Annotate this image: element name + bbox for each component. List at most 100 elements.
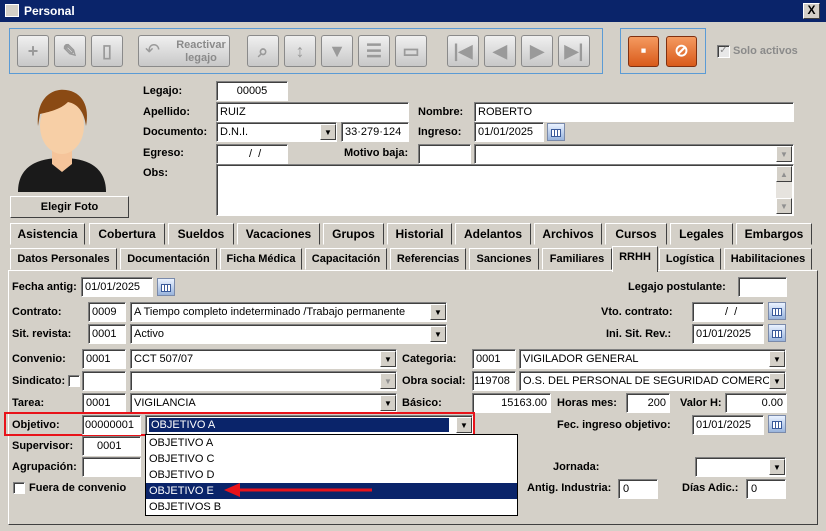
edit-button[interactable]: ✎ bbox=[54, 35, 86, 67]
fecha-antig-calendar-icon[interactable] bbox=[157, 278, 175, 296]
vto-contrato-field[interactable]: / / bbox=[692, 302, 764, 322]
convenio-select[interactable]: CCT 507/07 bbox=[130, 349, 397, 369]
tab-grupos[interactable]: Grupos bbox=[323, 223, 384, 245]
print-button[interactable]: ▭ bbox=[395, 35, 427, 67]
scroll-down-icon[interactable]: ▼ bbox=[776, 198, 792, 214]
objetivo-dropdown-icon[interactable]: ▼ bbox=[456, 417, 472, 433]
convenio-dropdown-icon[interactable]: ▼ bbox=[380, 351, 396, 367]
tab-embargos[interactable]: Embargos bbox=[736, 223, 812, 245]
doc-num-field[interactable]: 33·279·124 bbox=[341, 122, 409, 142]
sit-revista-select[interactable]: Activo bbox=[130, 324, 447, 344]
delete-button[interactable]: ▯ bbox=[91, 35, 123, 67]
obs-field[interactable] bbox=[216, 164, 794, 216]
filter-button[interactable]: ▼ bbox=[321, 35, 353, 67]
tab-logistica[interactable]: Logística bbox=[659, 248, 721, 270]
report-button[interactable]: ☰ bbox=[358, 35, 390, 67]
sindicato-code[interactable] bbox=[82, 371, 126, 391]
tab-capacitacion[interactable]: Capacitación bbox=[305, 248, 387, 270]
search-button[interactable]: ⌕ bbox=[247, 35, 279, 67]
elegir-foto-button[interactable]: Elegir Foto bbox=[10, 196, 129, 218]
categoria-dropdown-icon[interactable]: ▼ bbox=[769, 351, 785, 367]
obs-scrollbar[interactable]: ▲ ▼ bbox=[776, 166, 792, 214]
ingreso-field[interactable]: 01/01/2025 bbox=[474, 122, 544, 142]
tab-habilitaciones[interactable]: Habilitaciones bbox=[724, 248, 812, 270]
first-record-button[interactable]: |◀ bbox=[447, 35, 479, 67]
last-record-button[interactable]: ▶| bbox=[558, 35, 590, 67]
next-record-button[interactable]: ▶ bbox=[521, 35, 553, 67]
fec-obj-calendar-icon[interactable] bbox=[768, 415, 786, 433]
tab-vacaciones[interactable]: Vacaciones bbox=[237, 223, 320, 245]
tab-familiares[interactable]: Familiares bbox=[542, 248, 612, 270]
tarea-select[interactable]: VIGILANCIA bbox=[130, 393, 397, 413]
tab-referencias[interactable]: Referencias bbox=[390, 248, 466, 270]
solo-activos-checkbox[interactable]: ✓ bbox=[717, 45, 730, 58]
fecha-antig-field[interactable]: 01/01/2025 bbox=[81, 277, 153, 297]
categoria-select[interactable]: VIGILADOR GENERAL bbox=[519, 349, 786, 369]
list-item[interactable]: OBJETIVO A bbox=[146, 435, 517, 451]
tab-sueldos[interactable]: Sueldos bbox=[168, 223, 234, 245]
antig-industria-field[interactable]: 0 bbox=[618, 479, 658, 499]
obra-social-code[interactable]: 119708 bbox=[472, 371, 516, 391]
tab-adelantos[interactable]: Adelantos bbox=[455, 223, 531, 245]
agrupacion-code[interactable] bbox=[82, 457, 141, 477]
horas-mes-field[interactable]: 200 bbox=[626, 393, 670, 413]
apellido-field[interactable]: RUIZ bbox=[216, 102, 409, 122]
list-item[interactable]: OBJETIVO C bbox=[146, 451, 517, 467]
save-button[interactable]: ▪ bbox=[628, 36, 659, 67]
contrato-dropdown-icon[interactable]: ▼ bbox=[430, 304, 446, 320]
add-button[interactable]: + bbox=[17, 35, 49, 67]
nombre-field[interactable]: ROBERTO bbox=[474, 102, 794, 122]
ingreso-calendar-icon[interactable] bbox=[547, 123, 565, 141]
basico-field[interactable]: 15163.00 bbox=[472, 393, 551, 413]
list-item[interactable]: OBJETIVOS B bbox=[146, 499, 517, 515]
ini-calendar-icon[interactable] bbox=[768, 324, 786, 342]
vto-calendar-icon[interactable] bbox=[768, 302, 786, 320]
fec-ingreso-objetivo-field[interactable]: 01/01/2025 bbox=[692, 415, 764, 435]
legajo-postulante-field[interactable] bbox=[738, 277, 787, 297]
sit-revista-code[interactable]: 0001 bbox=[88, 324, 126, 344]
list-item[interactable]: OBJETIVO D bbox=[146, 467, 517, 483]
motivo-baja-code[interactable] bbox=[418, 144, 471, 164]
tab-asistencia[interactable]: Asistencia bbox=[10, 223, 85, 245]
tab-ficha-medica[interactable]: Ficha Médica bbox=[220, 248, 302, 270]
reactivar-button[interactable]: ↶ Reactivar legajo bbox=[138, 35, 230, 67]
sindicato-select[interactable] bbox=[130, 371, 397, 391]
objetivo-code[interactable]: 00000001 bbox=[82, 415, 141, 435]
obra-social-select[interactable]: O.S. DEL PERSONAL DE SEGURIDAD COMERCIAL… bbox=[519, 371, 786, 391]
egreso-field[interactable]: / / bbox=[216, 144, 288, 164]
tab-documentacion[interactable]: Documentación bbox=[120, 248, 217, 270]
contrato-select[interactable]: A Tiempo completo indeterminado /Trabajo… bbox=[130, 302, 447, 322]
tab-historial[interactable]: Historial bbox=[387, 223, 452, 245]
legajo-field[interactable]: 00005 bbox=[216, 81, 288, 101]
contrato-code[interactable]: 0009 bbox=[88, 302, 126, 322]
fuera-convenio-checkbox[interactable] bbox=[13, 482, 25, 494]
tab-cursos[interactable]: Cursos bbox=[605, 223, 667, 245]
tab-datos-personales[interactable]: Datos Personales bbox=[10, 248, 117, 270]
close-button[interactable]: X bbox=[803, 3, 820, 19]
convenio-code[interactable]: 0001 bbox=[82, 349, 126, 369]
jornada-dropdown-icon[interactable]: ▼ bbox=[769, 459, 785, 475]
dias-adic-field[interactable]: 0 bbox=[746, 479, 786, 499]
scroll-up-icon[interactable]: ▲ bbox=[776, 166, 792, 182]
tab-sanciones[interactable]: Sanciones bbox=[469, 248, 539, 270]
tab-cobertura[interactable]: Cobertura bbox=[89, 223, 165, 245]
tarea-code[interactable]: 0001 bbox=[82, 393, 126, 413]
tarea-dropdown-icon[interactable]: ▼ bbox=[380, 395, 396, 411]
tab-legales[interactable]: Legales bbox=[670, 223, 733, 245]
tab-archivos[interactable]: Archivos bbox=[534, 223, 602, 245]
motivo-baja-select[interactable] bbox=[474, 144, 794, 164]
sindicato-checkbox[interactable] bbox=[68, 375, 80, 387]
sit-revista-dropdown-icon[interactable]: ▼ bbox=[430, 326, 446, 342]
supervisor-code[interactable]: 0001 bbox=[82, 436, 141, 456]
motivo-dropdown-icon[interactable]: ▼ bbox=[776, 146, 792, 162]
ini-sit-rev-field[interactable]: 01/01/2025 bbox=[692, 324, 764, 344]
valor-h-field[interactable]: 0.00 bbox=[725, 393, 787, 413]
objetivo-dropdown-list[interactable]: OBJETIVO A OBJETIVO C OBJETIVO D OBJETIV… bbox=[145, 434, 518, 516]
categoria-code[interactable]: 0001 bbox=[472, 349, 516, 369]
tab-rrhh[interactable]: RRHH bbox=[612, 246, 658, 272]
objetivo-select[interactable]: OBJETIVO A bbox=[145, 415, 473, 435]
cancel-button[interactable]: ⊘ bbox=[666, 36, 697, 67]
prev-record-button[interactable]: ◀ bbox=[484, 35, 516, 67]
obra-social-dropdown-icon[interactable]: ▼ bbox=[769, 373, 785, 389]
doc-tipo-dropdown-icon[interactable]: ▼ bbox=[320, 124, 336, 140]
